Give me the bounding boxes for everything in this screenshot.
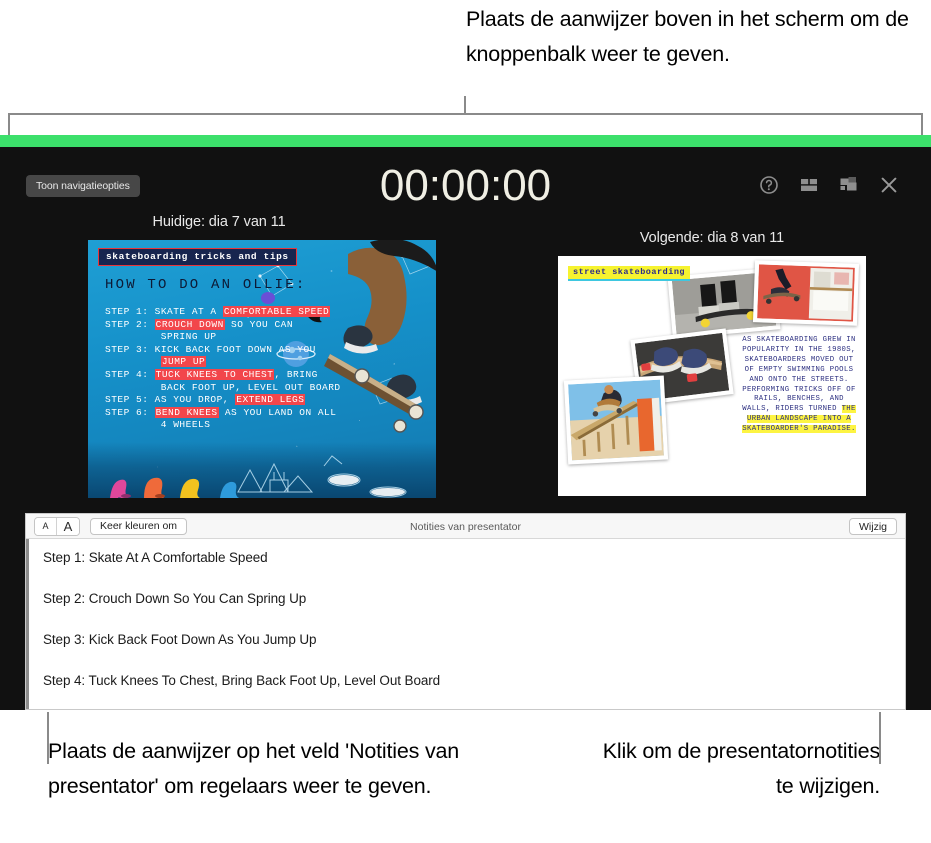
slide-step-text: AS YOU DROP,	[148, 394, 236, 406]
decrease-font-size-button[interactable]: A	[35, 517, 57, 535]
skyline-doodle	[110, 455, 407, 498]
note-line: Step 3: Kick Back Foot Down As You Jump …	[43, 632, 317, 647]
notes-toolbar: A A Keer kleuren om Notities van present…	[26, 514, 905, 539]
slide-step-line: STEP 1: SKATE AT A COMFORTABLE SPEED	[105, 306, 428, 319]
swap-displays-icon[interactable]	[839, 175, 859, 195]
slide-step-line: JUMP UP	[105, 356, 428, 369]
slide-step-text	[105, 356, 161, 367]
slide-step-line: 4 WHEELS	[105, 419, 428, 432]
note-line: Step 4: Tuck Knees To Chest, Bring Back …	[43, 673, 441, 688]
increase-font-size-button[interactable]: A	[57, 517, 79, 535]
invert-colors-label: Keer kleuren om	[100, 520, 178, 532]
next-slide-body-text: AS SKATEBOARDING GREW IN POPULARITY IN T…	[740, 336, 858, 435]
slide-step-label: STEP 1:	[105, 306, 149, 317]
slide-step-label: STEP 3:	[105, 343, 149, 355]
slide-step-text: SPRING UP	[105, 331, 217, 343]
callout-bottom-left-leader-line	[47, 712, 49, 764]
next-slide-text: AS SKATEBOARDING GREW IN POPULARITY IN T…	[742, 336, 856, 414]
slide-step-line: STEP 2: CROUCH DOWN SO YOU CAN	[105, 318, 428, 332]
callout-top-text: Plaats de aanwijzer boven in het scherm …	[466, 7, 909, 66]
slide-step-text: SO YOU CAN	[224, 318, 294, 330]
next-slide-title-badge: street skateboarding	[568, 266, 691, 281]
presenter-toolbar: Toon navigatieopties 00:00:00	[0, 147, 931, 217]
next-slide-preview[interactable]: street skateboarding AS SKATEBOARDING GR…	[558, 256, 866, 496]
slide-step-label: STEP 6:	[105, 406, 149, 418]
edit-notes-label: Wijzig	[859, 520, 887, 533]
slide-step-line: STEP 3: KICK BACK FOOT DOWN AS YOU	[105, 344, 428, 357]
callout-top-leader-line	[464, 96, 466, 114]
slide-step-text	[148, 407, 154, 418]
edit-notes-button[interactable]: Wijzig	[849, 518, 897, 535]
slide-step-text: , BRING	[274, 368, 318, 380]
callout-top-bracket-right-tick	[921, 113, 923, 135]
callout-bottom-right-leader-line	[879, 712, 881, 764]
slide-step-line: SPRING UP	[105, 331, 428, 344]
current-slide-label: Huidige: dia 7 van 11	[152, 214, 286, 230]
slide-step-line: STEP 4: TUCK KNEES TO CHEST, BRING	[105, 368, 428, 382]
photo-rail-grind	[563, 375, 669, 465]
slide-step-line: STEP 5: AS YOU DROP, EXTEND LEGS	[105, 394, 428, 407]
invert-colors-button[interactable]: Keer kleuren om	[90, 517, 188, 535]
callout-bottom-left-text: Plaats de aanwijzer op het veld 'Notitie…	[48, 739, 460, 798]
slide-step-line: STEP 6: BEND KNEES AS YOU LAND ON ALL	[105, 406, 428, 420]
slide-step-label: STEP 4:	[105, 368, 149, 380]
slide-step-highlight: EXTEND LEGS	[235, 394, 306, 406]
slide-step-text: 4 WHEELS	[105, 419, 211, 431]
slide-step-label: STEP 2:	[105, 318, 149, 330]
next-slide-label: Volgende: dia 8 van 11	[639, 230, 785, 246]
slide-step-highlight: CROUCH DOWN	[154, 318, 225, 330]
slide-heading: HOW TO DO AN OLLIE:	[105, 277, 307, 293]
notes-text-area[interactable]: Step 1: Skate At A Comfortable Speed Step…	[26, 539, 905, 709]
toolbar-icon-group	[759, 175, 899, 195]
callout-bottom-right-text: Klik om de presentatornotities te wijzig…	[602, 739, 880, 798]
callout-top-bracket-left-tick	[8, 113, 10, 135]
slide-step-text	[148, 319, 154, 330]
presenter-notes-panel[interactable]: A A Keer kleuren om Notities van present…	[25, 513, 906, 710]
slide-step-label: STEP 5:	[105, 394, 149, 406]
presenter-display-help-illustration: Plaats de aanwijzer boven in het scherm …	[0, 0, 931, 843]
layout-icon[interactable]	[799, 175, 819, 195]
notes-panel-title-label: Notities van presentator	[410, 520, 521, 533]
slide-step-highlight: TUCK KNEES TO CHEST	[154, 368, 275, 380]
slide-step-text: KICK BACK FOOT DOWN AS YOU	[148, 343, 316, 355]
note-line: Step 2: Crouch Down So You Can Spring Up	[43, 591, 307, 606]
note-line: Step 1: Skate At A Comfortable Speed	[43, 550, 268, 565]
slide-step-text: AS YOU LAND ON ALL	[218, 406, 337, 418]
slide-step-highlight: COMFORTABLE SPEED	[222, 306, 331, 317]
close-icon[interactable]	[879, 175, 899, 195]
photo-red-room	[752, 260, 860, 326]
green-accent-bar	[0, 135, 931, 147]
slide-step-line: BACK FOOT UP, LEVEL OUT BOARD	[105, 382, 428, 395]
slide-step-text: SKATE AT A	[148, 306, 223, 317]
slide-step-text	[148, 369, 154, 380]
slide-step-highlight: JUMP UP	[160, 356, 207, 368]
slide-step-text: BACK FOOT UP, LEVEL OUT BOARD	[105, 381, 341, 393]
help-icon[interactable]	[759, 175, 779, 195]
slide-steps-list: STEP 1: SKATE AT A COMFORTABLE SPEED STEP…	[105, 306, 428, 432]
slide-step-highlight: BEND KNEES	[154, 406, 219, 418]
font-size-control-group: A A	[34, 516, 80, 536]
slide-title-badge: skateboarding tricks and tips	[98, 248, 297, 266]
current-slide-preview[interactable]: skateboarding tricks and tips HOW TO DO …	[88, 240, 436, 498]
